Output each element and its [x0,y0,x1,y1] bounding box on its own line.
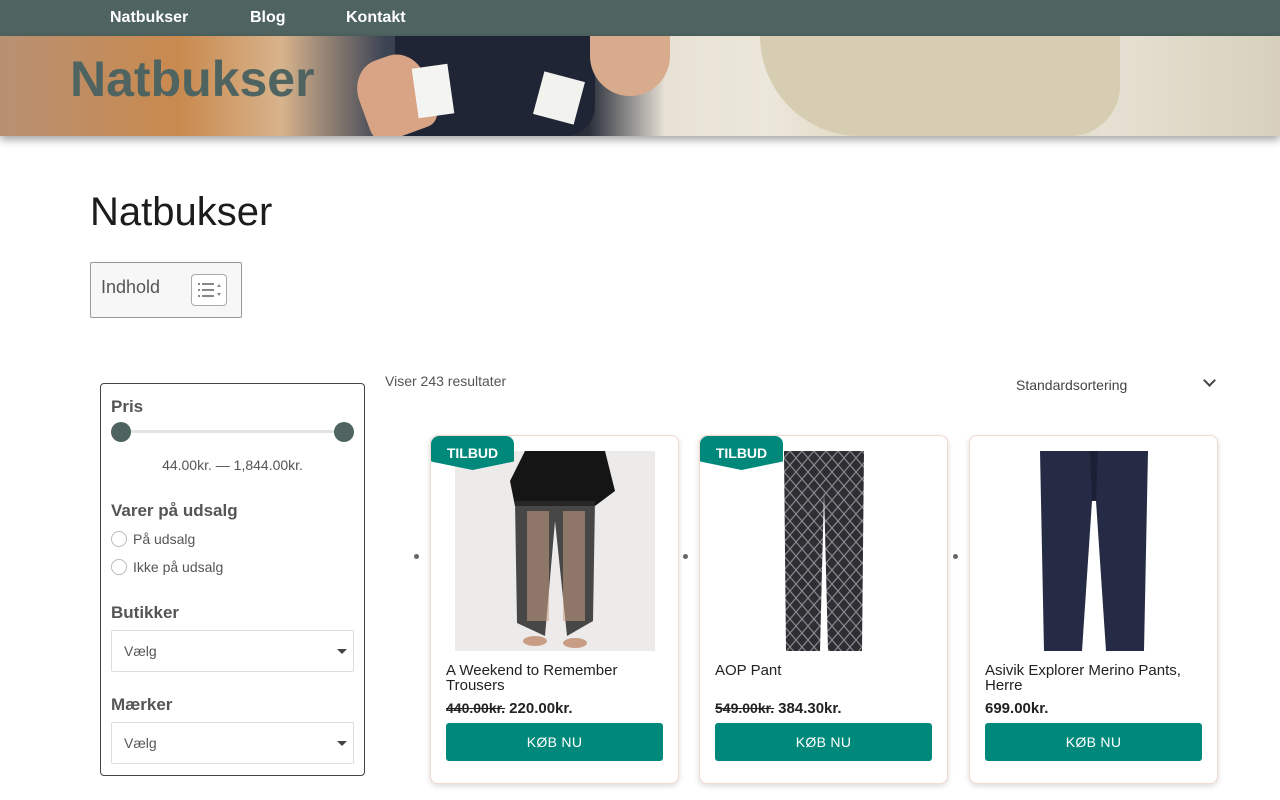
list-bullet [414,554,419,559]
hero-image-hoodie [760,36,1120,136]
toc-label: Indhold [101,277,161,297]
caret-down-icon [337,649,347,654]
caret-down-icon [337,741,347,746]
sale-option-not-on-sale[interactable]: Ikke på udsalg [111,559,223,575]
product-price-value: 699.00kr. [985,700,1049,717]
list-bullet [683,554,688,559]
price-filter-heading: Pris [111,397,144,416]
brands-select-value: Vælg [124,735,157,751]
radio-button[interactable] [111,531,127,547]
buy-now-button[interactable]: KØB NU [446,723,663,761]
brands-filter-heading: Mærker [111,695,173,714]
product-sale-price: 384.30kr. [778,700,842,717]
product-image[interactable] [455,451,655,651]
chevron-down-icon [1203,374,1216,387]
sort-select[interactable]: Standardsortering [1004,369,1220,403]
product-old-price: 440.00kr. [446,700,506,716]
nav-item-natbukser[interactable]: Natbukser [110,9,188,27]
nav-item-kontakt[interactable]: Kontakt [346,9,406,27]
list-bullet [953,554,958,559]
hero-banner: Natbukser [0,36,1280,136]
product-old-price: 549.00kr. [715,700,775,716]
price-slider-min-handle[interactable] [111,422,131,442]
product-image[interactable] [724,451,924,651]
radio-button[interactable] [111,559,127,575]
product-name[interactable]: A Weekend to Remember Trousers [446,663,666,693]
product-photo-pattern-pants [724,451,924,651]
product-image[interactable] [994,451,1194,651]
toc-toggle-button[interactable] [191,274,227,306]
product-photo-sheer-trousers [455,451,655,651]
list-toggle-icon [198,283,221,297]
hero-image-tag [411,63,455,119]
sale-option-label: På udsalg [133,531,196,547]
sale-option-label: Ikke på udsalg [133,559,224,575]
sort-select-value: Standardsortering [1016,377,1128,393]
buy-now-button[interactable]: KØB NU [715,723,932,761]
product-card[interactable]: TILBUD A Weekend to Remember Trousers 44… [430,435,679,784]
sale-option-on-sale[interactable]: På udsalg [111,531,195,547]
product-name[interactable]: Asivik Explorer Merino Pants, Herre [985,663,1205,693]
nav-item-blog[interactable]: Blog [250,9,286,27]
product-card[interactable]: TILBUD AOP Pant 549.00kr. 384.30kr. KØB N… [699,435,948,784]
shops-filter-heading: Butikker [111,603,180,622]
sale-filter-heading: Varer på udsalg [111,501,238,520]
product-price: 699.00kr. [985,700,1048,717]
page-title: Natbukser [90,190,273,234]
price-slider-range [121,430,345,433]
result-count: Viser 243 resultater [385,373,507,389]
shops-select-value: Vælg [124,643,157,659]
product-photo-merino-pants [994,451,1194,651]
product-price: 549.00kr. 384.30kr. [715,700,842,717]
product-name[interactable]: AOP Pant [715,663,935,678]
price-slider-max-handle[interactable] [334,422,354,442]
buy-now-button[interactable]: KØB NU [985,723,1202,761]
price-range-text: 44.00kr. — 1,844.00kr. [162,457,303,473]
hero-image-hand [590,36,670,96]
brands-select[interactable]: Vælg [111,722,354,764]
shops-select[interactable]: Vælg [111,630,354,672]
hero-title: Natbukser [70,51,315,107]
product-sale-price: 220.00kr. [509,700,573,717]
table-of-contents: Indhold [90,262,242,318]
filter-sidebar: Pris 44.00kr. — 1,844.00kr. Varer på uds… [100,383,365,776]
product-card[interactable]: Asivik Explorer Merino Pants, Herre 699.… [969,435,1218,784]
top-navigation: Natbukser Blog Kontakt [0,0,1280,36]
product-price: 440.00kr. 220.00kr. [446,700,573,717]
